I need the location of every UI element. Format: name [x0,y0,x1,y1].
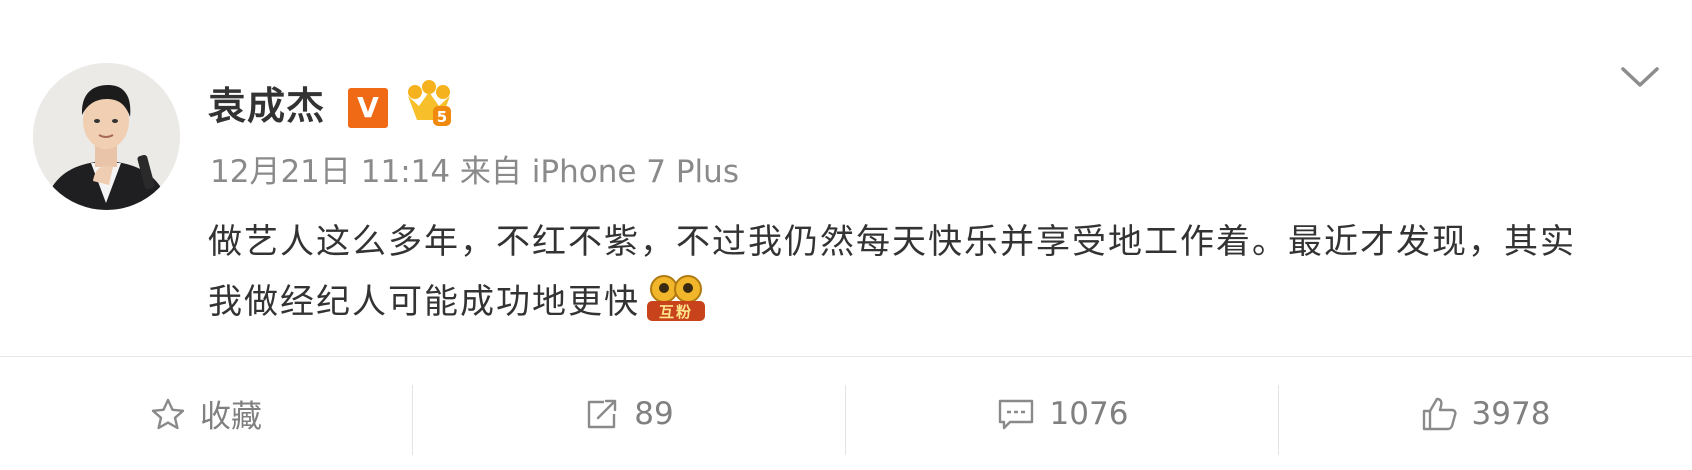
verified-badge: V [348,88,388,128]
star-icon [151,398,185,429]
post-content: 做艺人这么多年，不红不紫，不过我仍然每天快乐并享受地工作着。最近才发现，其实我做… [208,212,1598,332]
post-body: 袁成杰 V 5 12月21日 11:14 来自 iPhone 7 Plus 做艺… [0,0,1692,356]
post-text: 做艺人这么多年，不红不紫，不过我仍然每天快乐并享受地工作着。最近才发现，其实我做… [208,222,1576,322]
favorite-button[interactable]: 收藏 [0,357,412,470]
repost-count: 89 [634,395,674,432]
author-name[interactable]: 袁成杰 [208,82,325,130]
repost-button[interactable]: 89 [413,357,845,470]
weibo-post-card: 袁成杰 V 5 12月21日 11:14 来自 iPhone 7 Plus 做艺… [0,0,1692,470]
like-button[interactable]: 3978 [1279,357,1691,470]
repost-icon [588,399,617,428]
hufen-emoji-icon: 互粉 [647,275,705,321]
favorite-label: 收藏 [200,399,262,435]
crown-icon: 5 [408,80,451,126]
thumbs-up-icon [1422,397,1457,430]
svg-text:5: 5 [437,108,447,126]
post-meta: 12月21日 11:14 来自 iPhone 7 Plus [210,154,739,190]
emoji-label: 互粉 [659,303,693,321]
chevron-down-icon[interactable] [1618,62,1662,92]
action-toolbar: 收藏 89 1076 3978 [0,357,1692,470]
like-count: 3978 [1471,395,1551,432]
comment-icon [998,399,1033,429]
comment-count: 1076 [1049,395,1129,432]
comment-button[interactable]: 1076 [846,357,1278,470]
avatar[interactable] [33,63,180,210]
